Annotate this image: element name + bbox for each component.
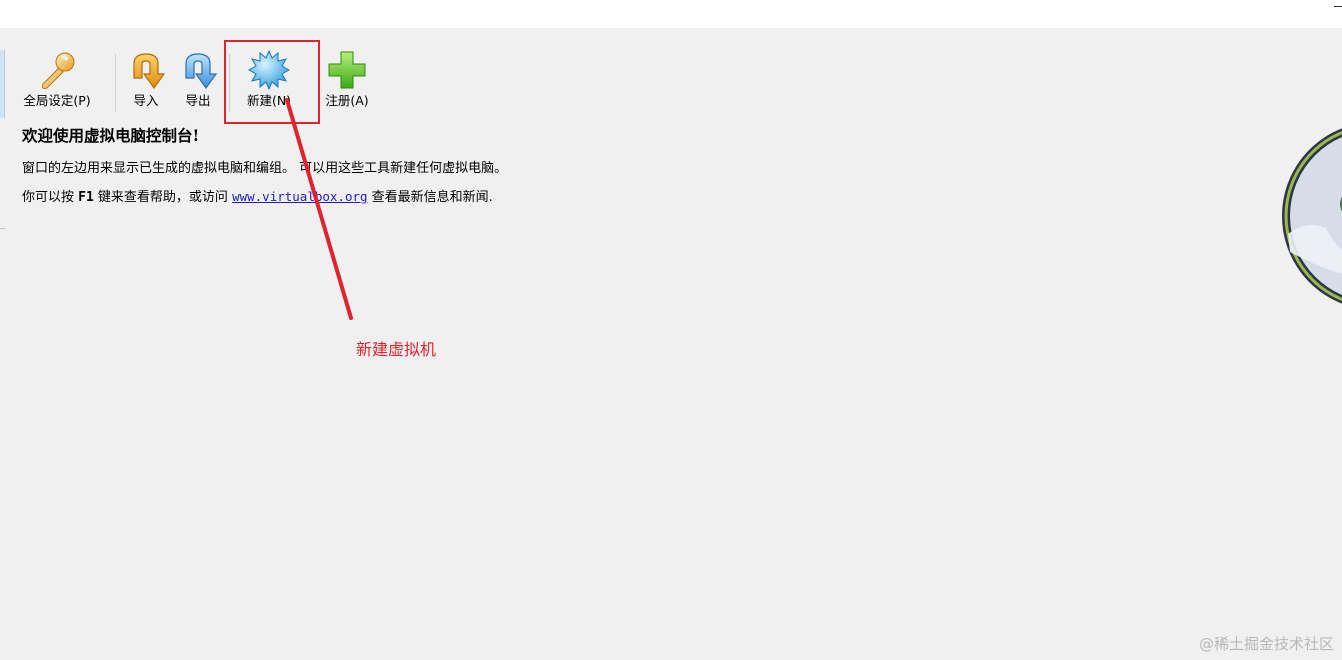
plus-icon (328, 51, 366, 89)
annotation-label: 新建虚拟机 (356, 340, 437, 359)
toolbar-separator (115, 54, 116, 112)
help-text-prefix: 你可以按 (22, 190, 79, 205)
export-arrow-icon (185, 53, 218, 90)
wrench-icon (42, 52, 75, 89)
global-settings-button[interactable]: 全局设定(P) (14, 48, 100, 112)
window-title-bar (0, 0, 1342, 28)
help-text-mid: 键来查看帮助，或访问 (93, 190, 233, 205)
left-panel-divider (0, 228, 6, 229)
main-toolbar: 全局设定(P) 导入 导出 新建(N) 注册(A) (0, 48, 400, 114)
help-text-suffix: 查看最新信息和新闻. (367, 190, 493, 205)
welcome-title: 欢迎使用虚拟电脑控制台! (22, 126, 200, 145)
virtualbox-link[interactable]: www.virtualbox.org (232, 189, 367, 204)
welcome-help-line: 你可以按 F1 键来查看帮助，或访问 www.virtualbox.org 查看… (22, 186, 493, 205)
global-settings-label: 全局设定(P) (23, 93, 91, 108)
f1-key: F1 (78, 190, 94, 205)
annotation-highlight-box (224, 40, 320, 124)
virtualbox-logo-graphic (1282, 128, 1342, 304)
import-button[interactable]: 导入 (123, 48, 169, 112)
register-label: 注册(A) (325, 93, 369, 108)
welcome-description: 窗口的左边用来显示已生成的虚拟电脑和编组。 可以用这些工具新建任何虚拟电脑。 (22, 161, 508, 176)
export-label: 导出 (185, 93, 211, 108)
export-button[interactable]: 导出 (175, 48, 221, 112)
register-button[interactable]: 注册(A) (318, 48, 376, 112)
import-arrow-icon (133, 53, 166, 90)
import-label: 导入 (133, 93, 159, 108)
minimize-icon[interactable] (1334, 6, 1342, 7)
watermark: @稀土掘金技术社区 (1198, 635, 1334, 653)
